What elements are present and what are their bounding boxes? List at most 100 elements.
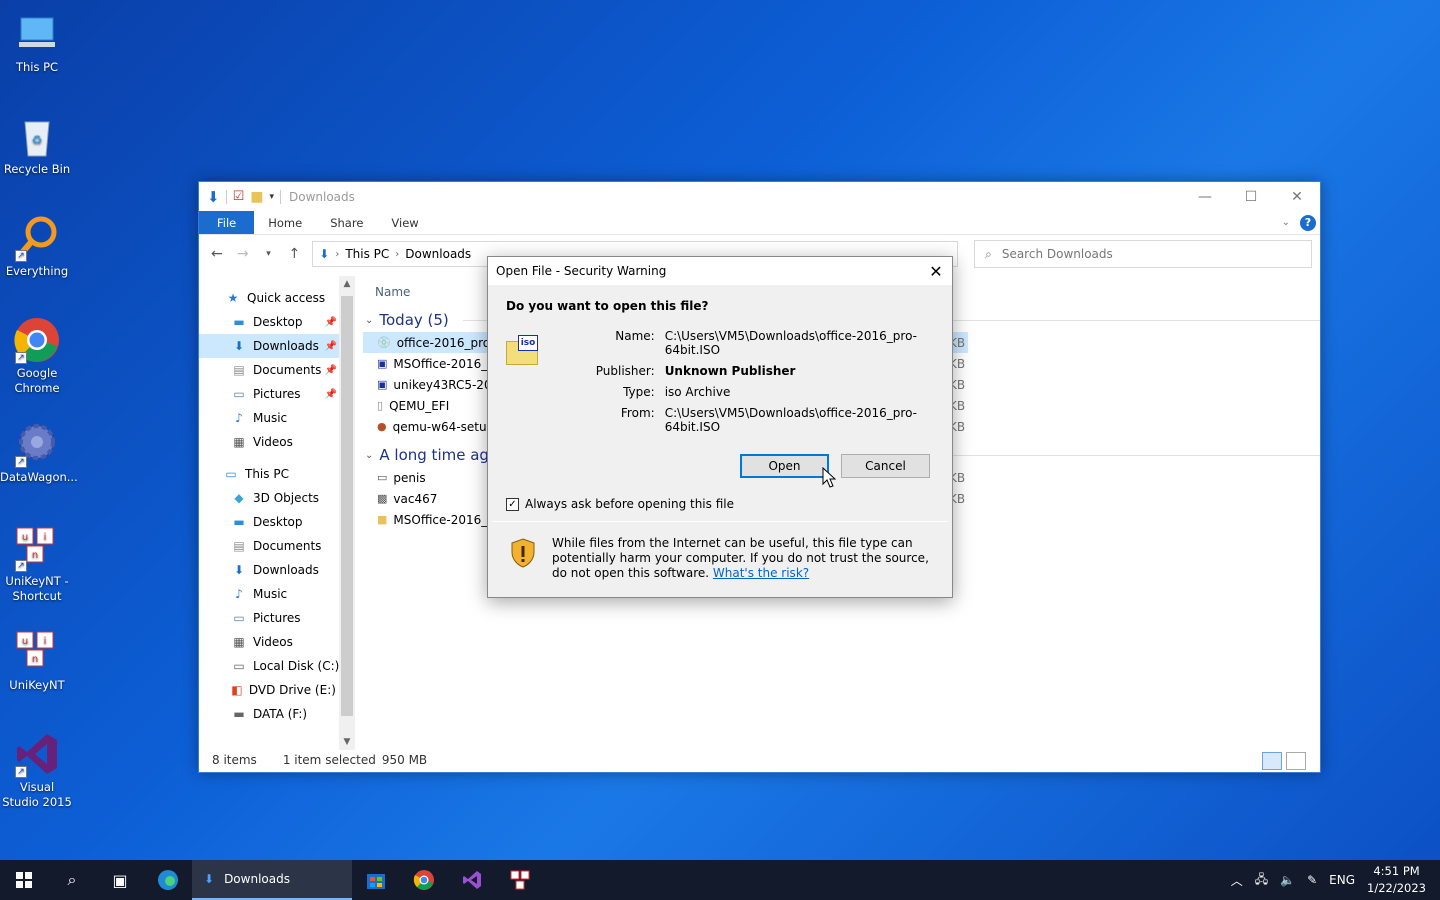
up-button[interactable]: ↑: [284, 246, 304, 262]
magnifier-icon: ↗: [13, 214, 61, 262]
archive-file-icon: ▣: [377, 378, 388, 391]
large-icons-view-icon[interactable]: [1286, 752, 1306, 770]
nav-pc-music[interactable]: ♪ Music: [199, 582, 355, 606]
tab-view[interactable]: View: [377, 211, 432, 234]
quick-access-toolbar: ⬇ ☑ ■ ▾: [207, 188, 281, 206]
desktop-icon-visual-studio[interactable]: ↗ Visual Studio 2015: [0, 730, 74, 810]
nav-label: This PC: [245, 467, 289, 481]
back-button[interactable]: ←: [207, 246, 227, 262]
nav-pc-videos[interactable]: ▦ Videos: [199, 630, 355, 654]
svg-text:u: u: [22, 532, 28, 543]
task-view-button[interactable]: ▣: [96, 860, 144, 900]
iso-file-icon: 💿: [377, 336, 391, 349]
nav-desktop[interactable]: ▬ Desktop 📌: [199, 310, 355, 334]
unikey-taskbar-button[interactable]: [496, 860, 544, 900]
name-label: Name:: [615, 329, 655, 343]
always-ask-label[interactable]: Always ask before opening this file: [525, 497, 734, 511]
nav-pc-desktop[interactable]: ▬ Desktop: [199, 510, 355, 534]
scroll-down-icon[interactable]: ▼: [339, 737, 355, 747]
breadcrumb-this-pc[interactable]: This PC: [345, 247, 389, 261]
tab-home[interactable]: Home: [254, 211, 316, 234]
task-view-icon: ▣: [112, 870, 128, 890]
help-icon[interactable]: ?: [1300, 214, 1316, 231]
whats-the-risk-link[interactable]: What's the risk?: [713, 566, 809, 580]
nav-downloads[interactable]: ⬇ Downloads 📌: [199, 334, 355, 358]
chrome-taskbar-button[interactable]: [400, 860, 448, 900]
forward-button[interactable]: →: [233, 246, 253, 262]
type-value: iso Archive: [664, 385, 731, 399]
desktop-icon-label: Visual Studio 2015: [2, 780, 72, 809]
cancel-button[interactable]: Cancel: [841, 454, 930, 478]
close-button[interactable]: ✕: [1274, 182, 1320, 211]
group-label: A long time ago: [379, 446, 499, 464]
nav-pc-documents[interactable]: ▤ Documents: [199, 534, 355, 558]
nav-pane-scrollbar[interactable]: ▲ ▼: [339, 276, 355, 750]
desktop-icon-unikey[interactable]: u in UniKeyNT: [0, 628, 74, 693]
clock[interactable]: 4:51 PM 1/22/2023: [1367, 863, 1426, 897]
recent-locations-icon[interactable]: ▾: [259, 249, 279, 259]
scrollbar-thumb[interactable]: [341, 296, 353, 716]
nav-documents[interactable]: ▤ Documents 📌: [199, 358, 355, 382]
scroll-up-icon[interactable]: ▲: [339, 279, 355, 289]
tab-share[interactable]: Share: [316, 211, 377, 234]
pen-icon[interactable]: ✎: [1307, 873, 1317, 887]
maximize-button[interactable]: ☐: [1228, 182, 1274, 211]
tab-file[interactable]: File: [199, 211, 255, 234]
security-warning-dialog[interactable]: Open File - Security Warning ✕ Do you wa…: [487, 256, 953, 598]
nav-label: DATA (F:): [253, 707, 308, 721]
nav-videos[interactable]: ▦ Videos: [199, 430, 355, 454]
search-icon: ⌕: [985, 246, 992, 261]
network-icon[interactable]: 🖧: [1255, 870, 1268, 891]
chevron-up-icon[interactable]: ︿: [1231, 872, 1243, 889]
film-icon: ▦: [233, 435, 245, 449]
desktop-icon-chrome[interactable]: ↗ Google Chrome: [0, 316, 74, 396]
warning-shield-icon: [511, 538, 535, 568]
desktop-icon-recycle-bin[interactable]: ♻ Recycle Bin: [0, 112, 74, 177]
always-ask-checkbox[interactable]: ✓: [506, 497, 519, 511]
nav-local-disk-c[interactable]: ▭ Local Disk (C:): [199, 654, 355, 678]
shortcut-arrow-icon: ↗: [15, 352, 27, 364]
always-ask-checkbox-row[interactable]: ✓ Always ask before opening this file: [506, 497, 934, 511]
nav-music[interactable]: ♪ Music: [199, 406, 355, 430]
visual-studio-taskbar-button[interactable]: [448, 860, 496, 900]
computer-icon: ▭: [225, 467, 237, 481]
nav-pc-downloads[interactable]: ⬇ Downloads: [199, 558, 355, 582]
nav-dvd-drive-e[interactable]: ◧ DVD Drive (E:) 16: [199, 678, 355, 702]
nav-data-f[interactable]: ▬ DATA (F:): [199, 702, 355, 726]
desktop-icon-this-pc[interactable]: This PC: [0, 10, 74, 75]
details-view-icon[interactable]: [1262, 752, 1282, 770]
status-item-count: 8 items: [212, 753, 257, 767]
nav-3d-objects[interactable]: ◆ 3D Objects: [199, 486, 355, 510]
dialog-titlebar[interactable]: Open File - Security Warning ✕: [488, 257, 952, 285]
edge-button[interactable]: [144, 860, 192, 900]
input-language[interactable]: ENG: [1329, 873, 1355, 887]
nav-pc-pictures[interactable]: ▭ Pictures: [199, 606, 355, 630]
new-folder-icon[interactable]: ■: [250, 189, 263, 205]
breadcrumb-downloads[interactable]: Downloads: [405, 247, 471, 261]
expand-ribbon-icon[interactable]: ⌄: [1282, 217, 1290, 228]
open-button[interactable]: Open: [740, 454, 829, 478]
desktop-icon-datawagon[interactable]: ↗ DataWagon...: [0, 420, 78, 485]
nav-label: Pictures: [253, 611, 301, 625]
window-titlebar[interactable]: ⬇ ☑ ■ ▾ Downloads — ☐ ✕: [199, 182, 1320, 211]
warning-section: While files from the Internet can be use…: [488, 522, 952, 581]
clock-time: 4:51 PM: [1373, 864, 1420, 878]
properties-icon[interactable]: ☑: [233, 189, 245, 204]
volume-icon[interactable]: 🔈: [1280, 873, 1295, 887]
search-input[interactable]: ⌕ Search Downloads: [974, 240, 1313, 268]
nav-this-pc[interactable]: ▭ This PC: [199, 462, 355, 486]
dialog-close-button[interactable]: ✕: [920, 262, 952, 281]
taskbar-app-explorer[interactable]: ⬇ Downloads: [192, 860, 352, 900]
desktop-icon-unikey-shortcut[interactable]: u in ↗ UniKeyNT - Shortcut: [0, 524, 74, 604]
nav-pictures[interactable]: ▭ Pictures 📌: [199, 382, 355, 406]
qat-dropdown-icon[interactable]: ▾: [269, 192, 274, 202]
navigation-pane[interactable]: ★ Quick access ▬ Desktop 📌 ⬇ Downloads 📌…: [199, 276, 355, 750]
film-icon: ▦: [233, 635, 245, 649]
start-button[interactable]: [0, 860, 48, 900]
store-button[interactable]: [352, 860, 400, 900]
minimize-button[interactable]: —: [1182, 182, 1228, 211]
nav-quick-access[interactable]: ★ Quick access: [199, 286, 355, 310]
desktop-icon-everything[interactable]: ↗ Everything: [0, 214, 74, 279]
desktop-icon-label: DataWagon...: [0, 470, 78, 484]
search-button[interactable]: ⌕: [48, 860, 96, 900]
